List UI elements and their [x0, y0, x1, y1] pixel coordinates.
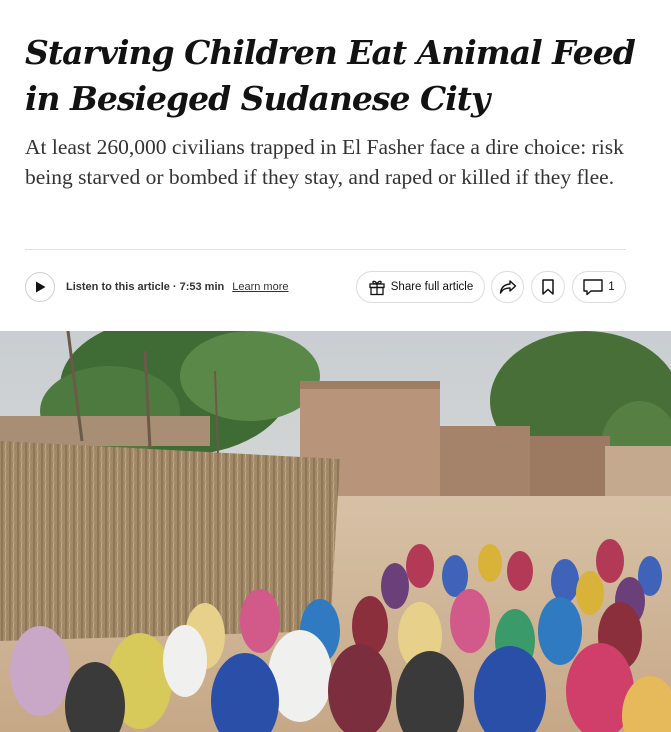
share-full-article-label: Share full article	[390, 281, 474, 293]
listen-separator: ·	[172, 281, 177, 293]
comments-button[interactable]: 1	[572, 271, 626, 303]
play-icon	[35, 281, 45, 293]
divider	[25, 249, 626, 250]
comment-count: 1	[608, 281, 615, 293]
save-button[interactable]	[531, 271, 565, 303]
play-button[interactable]	[25, 272, 55, 302]
share-full-article-button[interactable]: Share full article	[356, 271, 485, 303]
article-toolbar: Listen to this article · 7:53 min Learn mo…	[25, 270, 626, 304]
article-headline: Starving Children Eat Animal Feed in Bes…	[25, 33, 636, 118]
share-arrow-icon	[499, 280, 516, 294]
learn-more-link[interactable]: Learn more	[232, 281, 288, 293]
hero-image	[0, 331, 671, 732]
listen-label-text: Listen to this article	[66, 281, 170, 293]
comment-bubble-icon	[583, 278, 603, 295]
bookmark-icon	[542, 279, 554, 295]
article-summary: At least 260,000 civilians trapped in El…	[25, 135, 624, 189]
hero-photo	[0, 331, 671, 732]
audio-duration: 7:53 min	[179, 281, 225, 293]
share-button[interactable]	[491, 271, 524, 303]
listen-to-article: Listen to this article · 7:53 min Learn mo…	[25, 272, 289, 302]
listen-label[interactable]: Listen to this article · 7:53 min	[66, 281, 224, 293]
gift-icon	[368, 278, 386, 296]
